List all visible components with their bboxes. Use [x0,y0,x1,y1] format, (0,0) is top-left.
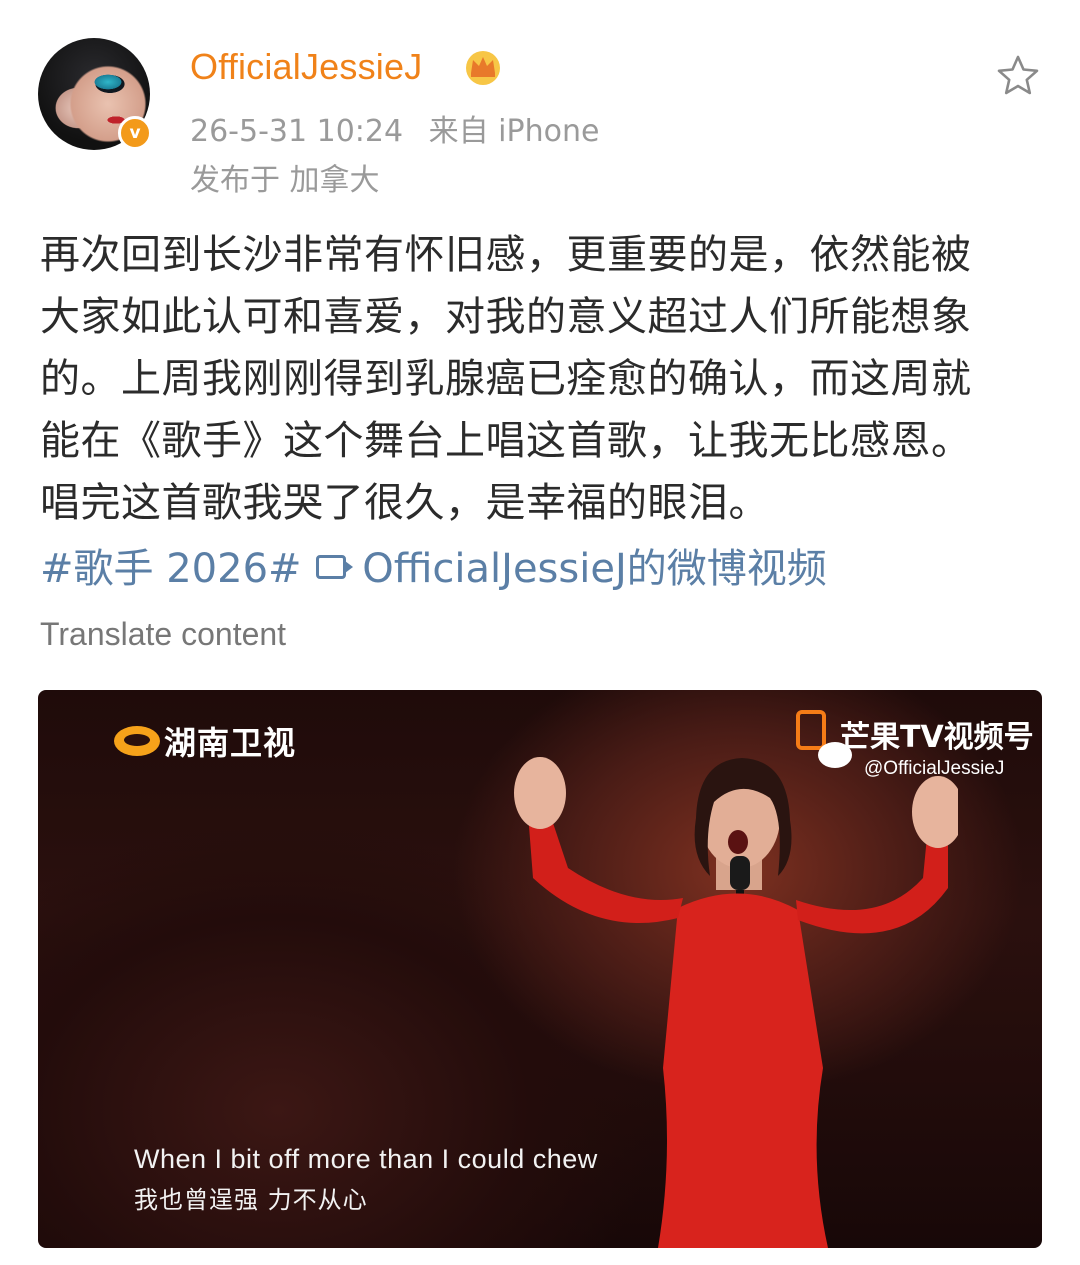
post-links: #歌手 2026# OfficialJessieJ的微博视频 [40,536,827,594]
post-header: v OfficialJessieJ 26-5-31 10:24 来自 iPhon… [0,0,1080,200]
verified-badge-icon: v [118,116,152,150]
translate-button[interactable]: Translate content [40,616,286,653]
username[interactable]: OfficialJessieJ [190,46,422,88]
hunan-tv-text: 湖南卫视 [164,724,297,762]
post-text-line: 再次回到长沙非常有怀旧感，更重要的是，依然能被 [40,232,972,278]
hunan-tv-logo: 湖南卫视 [114,718,296,764]
subtitle-english: When I bit off more than I could chew [134,1144,598,1174]
video-icon [315,555,353,579]
post-text-line: 能在《歌手》这个舞台上唱这首歌，让我无比感恩。 [40,418,972,464]
hashtag-link[interactable]: #歌手 2026# [40,546,302,592]
hunan-tv-mark-icon [114,726,160,756]
post-text-line: 的。上周我刚刚得到乳腺癌已痊愈的确认，而这周就 [40,356,972,402]
post-text-line: 大家如此认可和喜爱，对我的意义超过人们所能想象 [40,294,972,340]
crown-icon [466,51,500,85]
post-text-line: 唱完这首歌我哭了很久，是幸福的眼泪。 [40,480,769,526]
post-text: 再次回到长沙非常有怀旧感，更重要的是，依然能被 大家如此认可和喜爱，对我的意义超… [40,224,1040,534]
subtitle-chinese: 我也曾逞强 力不从心 [134,1186,368,1214]
post-location: 发布于 加拿大 [190,163,380,198]
post-date: 26-5-31 10:24 [190,114,404,149]
video-player[interactable]: 湖南卫视 芒果TV视频号 @OfficialJessieJ When I bit… [38,690,1042,1248]
post-meta: 26-5-31 10:24 来自 iPhone [190,106,615,150]
star-outline-icon[interactable] [996,54,1040,96]
video-link[interactable]: OfficialJessieJ的微博视频 [362,546,827,592]
post-source: 来自 iPhone [428,114,600,149]
